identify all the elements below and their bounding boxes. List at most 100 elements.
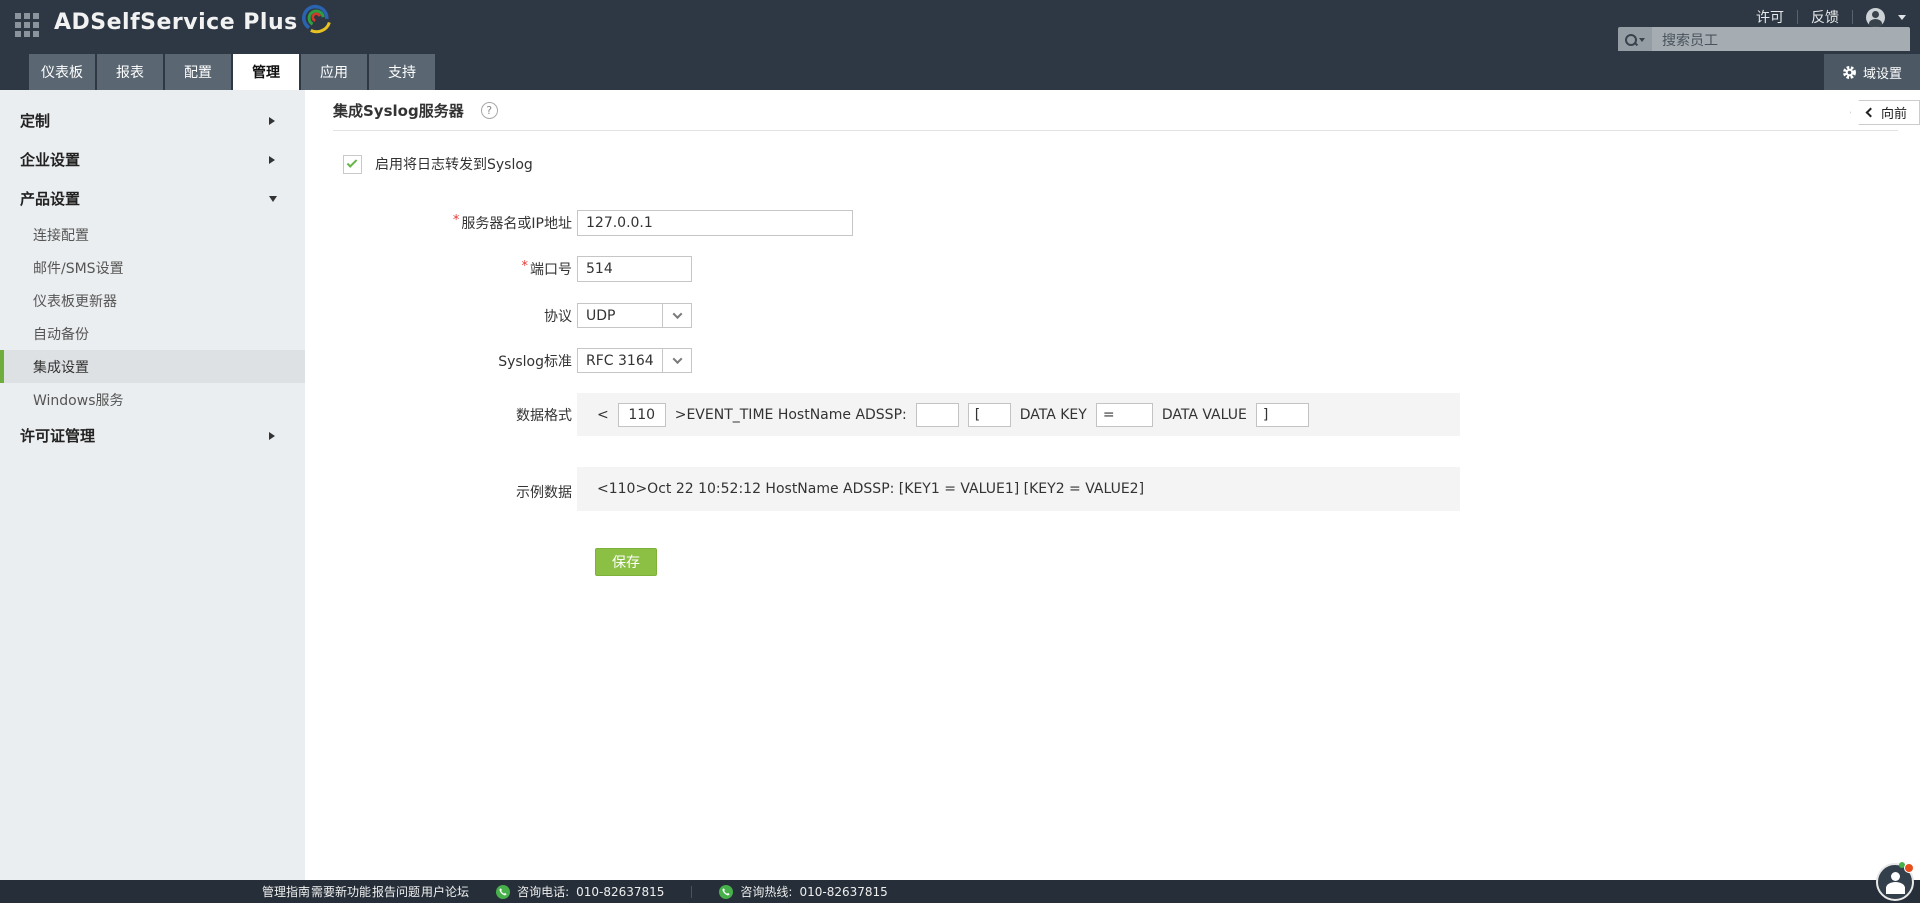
sidebar-item-auto-backup[interactable]: 自动备份 <box>0 317 305 350</box>
port-label: *端口号 <box>305 259 572 279</box>
apps-grid-icon[interactable] <box>15 13 39 37</box>
app-logo-text: ADSelfService Plus <box>54 10 298 35</box>
footer-link-admin-guide[interactable]: 管理指南 <box>262 883 310 900</box>
checkmark-icon <box>347 157 358 168</box>
back-button[interactable]: 向前 <box>1850 100 1920 125</box>
phone2-label: 咨询热线: <box>740 883 792 900</box>
chevron-down-icon <box>672 309 682 319</box>
header-divider <box>1797 10 1798 24</box>
domain-settings-button[interactable]: 域设置 <box>1824 54 1920 90</box>
chat-person-icon <box>1886 882 1905 894</box>
protocol-label: 协议 <box>305 306 572 326</box>
priority-input[interactable] <box>618 403 666 427</box>
app-header: ADSelfService Plus 许可 反馈 <box>0 0 1920 51</box>
user-menu-caret-icon[interactable] <box>1898 15 1906 20</box>
chevron-left-icon <box>1866 108 1876 118</box>
tab-dashboard[interactable]: 仪表板 <box>29 54 95 90</box>
data-key-segment: DATA KEY <box>1020 407 1087 423</box>
phone-icon <box>496 885 510 899</box>
search-input[interactable] <box>1652 27 1910 53</box>
sidebar-item-label: 产品设置 <box>20 188 80 209</box>
main-nav: 仪表板 报表 配置 管理 应用 支持 域设置 <box>0 51 1920 90</box>
sidebar-item-label: Windows服务 <box>33 390 124 410</box>
footer-link-user-forum[interactable]: 用户论坛 <box>421 883 469 900</box>
lt-symbol: < <box>597 407 609 423</box>
tab-reports[interactable]: 报表 <box>97 54 163 90</box>
chat-notification-badge <box>1904 863 1914 873</box>
server-input[interactable] <box>577 210 853 236</box>
employee-search <box>1618 27 1910 53</box>
sidebar-item-product-settings[interactable]: 产品设置 <box>0 179 305 218</box>
feedback-link[interactable]: 反馈 <box>1811 7 1839 27</box>
live-chat-button[interactable] <box>1876 863 1914 901</box>
sidebar-item-label: 邮件/SMS设置 <box>33 258 124 278</box>
help-icon[interactable]: ? <box>481 102 498 119</box>
domain-settings-label: 域设置 <box>1863 63 1902 82</box>
sidebar-item-label: 许可证管理 <box>20 425 95 446</box>
sidebar-item-label: 连接配置 <box>33 225 89 245</box>
header-divider <box>1852 10 1853 24</box>
page-head: 集成Syslog服务器 ? <box>333 90 1898 131</box>
back-button-label: 向前 <box>1881 103 1907 122</box>
sidebar-item-dashboard-updater[interactable]: 仪表板更新器 <box>0 284 305 317</box>
sample-data-band: <110>Oct 22 10:52:12 HostName ADSSP: [KE… <box>577 467 1460 511</box>
data-format-band: < >EVENT_TIME HostName ADSSP: DATA KEY D… <box>577 393 1460 436</box>
enable-syslog-row: 启用将日志转发到Syslog <box>343 154 533 174</box>
event-time-segment: >EVENT_TIME HostName ADSSP: <box>675 407 907 423</box>
header-actions: 许可 反馈 <box>1756 7 1906 27</box>
equals-input[interactable] <box>1096 403 1153 427</box>
phone1-number: 010-82637815 <box>576 885 664 899</box>
tab-application[interactable]: 应用 <box>301 54 367 90</box>
syslog-standard-row: Syslog标准 RFC 3164 <box>305 348 692 373</box>
footer-link-request-feature[interactable]: 需要新功能 <box>311 883 371 900</box>
footer-link-report-issue[interactable]: 报告问题 <box>372 883 420 900</box>
user-avatar[interactable] <box>1866 8 1885 27</box>
close-bracket-input[interactable] <box>1256 403 1309 427</box>
nav-tabs: 仪表板 报表 配置 管理 应用 支持 <box>29 54 435 90</box>
tab-admin[interactable]: 管理 <box>233 54 299 90</box>
tab-configuration[interactable]: 配置 <box>165 54 231 90</box>
phone1-label: 咨询电话: <box>517 883 569 900</box>
syslog-standard-selected-value: RFC 3164 <box>578 349 662 372</box>
chevron-right-icon <box>269 432 275 440</box>
sidebar-item-mail-sms[interactable]: 邮件/SMS设置 <box>0 251 305 284</box>
search-scope-button[interactable] <box>1618 27 1652 53</box>
syslog-standard-label: Syslog标准 <box>305 351 572 371</box>
required-asterisk: * <box>453 213 460 228</box>
chevron-right-icon <box>269 156 275 164</box>
sidebar-item-windows-service[interactable]: Windows服务 <box>0 383 305 416</box>
logo-swoosh-icon <box>302 0 332 36</box>
tab-support[interactable]: 支持 <box>369 54 435 90</box>
phone-contact-1: 咨询电话: 010-82637815 <box>496 883 664 900</box>
data-format-label: 数据格式 <box>305 405 572 425</box>
format-empty-input[interactable] <box>916 403 959 427</box>
syslog-standard-select[interactable]: RFC 3164 <box>577 348 692 373</box>
gear-icon <box>1842 65 1857 80</box>
sidebar-item-connection[interactable]: 连接配置 <box>0 218 305 251</box>
footer-divider <box>691 886 692 898</box>
required-asterisk: * <box>522 259 529 274</box>
search-icon <box>1625 34 1637 46</box>
select-dropdown-button[interactable] <box>662 349 691 372</box>
server-label: *服务器名或IP地址 <box>305 213 572 233</box>
sidebar-item-integration-settings[interactable]: 集成设置 <box>0 350 305 383</box>
chat-person-icon <box>1891 872 1900 881</box>
select-dropdown-button[interactable] <box>662 304 691 327</box>
chevron-right-icon <box>269 117 275 125</box>
sidebar-item-license-management[interactable]: 许可证管理 <box>0 416 305 455</box>
sidebar-item-customize[interactable]: 定制 <box>0 101 305 140</box>
protocol-row: 协议 UDP <box>305 303 692 328</box>
enable-syslog-checkbox[interactable] <box>343 155 362 174</box>
admin-sidebar: 定制 企业设置 产品设置 连接配置 邮件/SMS设置 仪表板更新器 自动备份 集… <box>0 90 305 880</box>
server-row: *服务器名或IP地址 <box>305 210 853 236</box>
sidebar-item-enterprise-settings[interactable]: 企业设置 <box>0 140 305 179</box>
save-button[interactable]: 保存 <box>595 548 657 576</box>
protocol-select[interactable]: UDP <box>577 303 692 328</box>
phone-contact-2: 咨询热线: 010-82637815 <box>719 883 887 900</box>
port-input[interactable] <box>577 256 692 282</box>
sidebar-item-label: 集成设置 <box>33 357 89 377</box>
open-bracket-input[interactable] <box>968 403 1011 427</box>
license-link[interactable]: 许可 <box>1756 7 1784 27</box>
data-value-segment: DATA VALUE <box>1162 407 1247 423</box>
app-footer: 管理指南 需要新功能 报告问题 用户论坛 咨询电话: 010-82637815 … <box>0 880 1920 903</box>
